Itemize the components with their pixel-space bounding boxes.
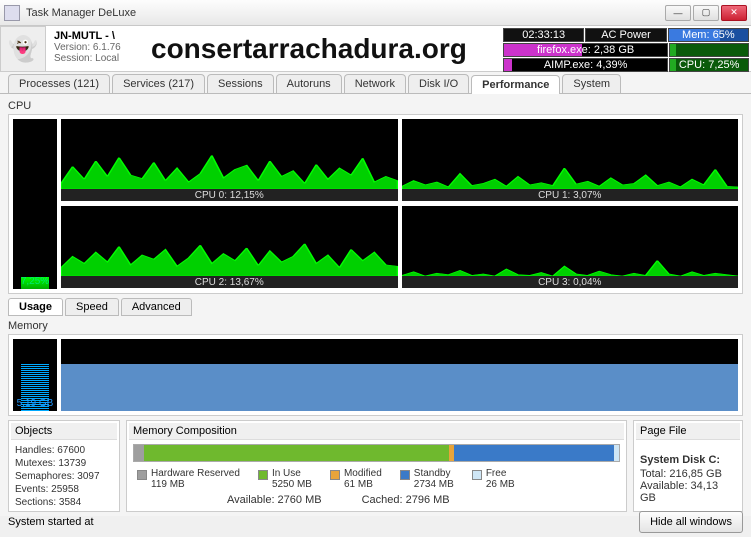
tab-performance[interactable]: Performance: [471, 75, 560, 94]
memory-graph: [61, 339, 738, 411]
titlebar[interactable]: Task Manager DeLuxe — ▢ ✕: [0, 0, 751, 26]
composition-legend: Hardware Reserved119 MB In Use5250 MB Modi…: [129, 466, 624, 492]
subtab-advanced[interactable]: Advanced: [121, 298, 192, 316]
tab-processes-[interactable]: Processes (121): [8, 74, 110, 93]
window-title: Task Manager DeLuxe: [26, 7, 665, 19]
pagefile-header: Page File: [636, 423, 740, 440]
compbar-in-use: [144, 445, 450, 461]
app-icon: [4, 5, 20, 21]
cpu-graphs-grid: CPU 0: 12,15% CPU 1: 3,07% CPU 2: 13,67% CP…: [61, 119, 738, 289]
cpu-core-2-caption: CPU 2: 13,67%: [61, 276, 398, 288]
cpu-core-0-caption: CPU 0: 12,15%: [61, 189, 398, 201]
tab-sessions[interactable]: Sessions: [207, 74, 274, 93]
cpu-total-value: 7,25%: [21, 276, 49, 287]
cpu-panel: 7,25% CPU 0: 12,15% CPU 1: 3,07% CPU 2: 13…: [8, 114, 743, 294]
cached-label: Cached: 2796 MB: [362, 494, 450, 506]
composition-bar: [133, 444, 620, 462]
cpu-core-3-caption: CPU 3: 0,04%: [402, 276, 739, 288]
aimp-cell: AIMP.exe: 4,39%: [503, 58, 668, 72]
memory-label: Memory: [8, 320, 743, 332]
object-mutexes: Mutexes: 13739: [11, 457, 117, 470]
session-label: Session: Local: [54, 53, 128, 64]
cpu-core-1-caption: CPU 1: 3,07%: [402, 189, 739, 201]
cpu-core-2-graph: CPU 2: 13,67%: [61, 206, 398, 288]
tab-system[interactable]: System: [562, 74, 621, 93]
legend-in-use: In Use5250 MB: [258, 468, 312, 490]
hide-windows-button[interactable]: Hide all windows: [639, 511, 743, 533]
close-button[interactable]: ✕: [721, 5, 747, 21]
disk-available: Available: 34,13 GB: [640, 480, 736, 504]
object-events: Events: 25958: [11, 483, 117, 496]
disk-total: Total: 216,85 GB: [640, 468, 736, 480]
tab-services-[interactable]: Services (217): [112, 74, 205, 93]
tab-disk-i-o[interactable]: Disk I/O: [408, 74, 469, 93]
compbar-hardware-reserved: [134, 445, 144, 461]
object-sections: Sections: 3584: [11, 496, 117, 509]
minimize-button[interactable]: —: [665, 5, 691, 21]
subtab-speed[interactable]: Speed: [65, 298, 119, 316]
cpu-subtabs: UsageSpeedAdvanced: [8, 298, 743, 316]
objects-header: Objects: [11, 423, 117, 440]
legend-hardware-reserved: Hardware Reserved119 MB: [137, 468, 240, 490]
pagefile-panel: Page File System Disk C: Total: 216,85 G…: [633, 420, 743, 512]
disk-label: System Disk C:: [640, 454, 736, 466]
memory-meter: 5,19 GB: [13, 339, 57, 411]
uptime-cell: 02:33:13: [503, 28, 584, 42]
object-handles: Handles: 67600: [11, 444, 117, 457]
objects-panel: Objects Handles: 67600Mutexes: 13739Sema…: [8, 420, 120, 512]
cpu-core-1-graph: CPU 1: 3,07%: [402, 119, 739, 201]
cpu-core-0-graph: CPU 0: 12,15%: [61, 119, 398, 201]
memory-panel: 5,19 GB: [8, 334, 743, 416]
subtab-usage[interactable]: Usage: [8, 298, 63, 316]
header-row: 👻 JN-MUTL - \ Version: 6.1.76 Session: L…: [0, 26, 751, 72]
hostname: JN-MUTL - \: [54, 30, 128, 42]
cpu-total-meter: 7,25%: [13, 119, 57, 289]
tab-network[interactable]: Network: [344, 74, 406, 93]
status-grid: 02:33:13 AC Power Mem: 65% firefox.exe: …: [501, 26, 751, 71]
cpu-label: CPU: [8, 100, 743, 112]
legend-modified: Modified61 MB: [330, 468, 382, 490]
footer-status: System started at: [8, 516, 94, 528]
os-version: Version: 6.1.76: [54, 42, 128, 53]
compbar-standby: [454, 445, 614, 461]
composition-header: Memory Composition: [129, 423, 624, 440]
memory-value: 5,19 GB: [17, 398, 54, 409]
tab-autoruns[interactable]: Autoruns: [276, 74, 342, 93]
maximize-button[interactable]: ▢: [693, 5, 719, 21]
cpu-cell-1: [669, 43, 749, 57]
mem-cell: Mem: 65%: [668, 28, 749, 42]
watermark-text: consertarrachadura.org: [136, 26, 501, 71]
ghost-icon: 👻: [0, 26, 46, 72]
legend-standby: Standby2734 MB: [400, 468, 454, 490]
cpu-cell-2: CPU: 7,25%: [669, 58, 749, 72]
power-cell: AC Power: [585, 28, 666, 42]
legend-free: Free26 MB: [472, 468, 515, 490]
available-label: Available: 2760 MB: [227, 494, 322, 506]
system-info: JN-MUTL - \ Version: 6.1.76 Session: Loc…: [46, 26, 136, 71]
cpu-core-3-graph: CPU 3: 0,04%: [402, 206, 739, 288]
object-semaphores: Semaphores: 3097: [11, 470, 117, 483]
compbar-free: [614, 445, 619, 461]
firefox-cell: firefox.exe: 2,38 GB: [503, 43, 668, 57]
main-tabs: Processes (121)Services (217)SessionsAut…: [0, 72, 751, 94]
memory-composition-panel: Memory Composition Hardware Reserved119 …: [126, 420, 627, 512]
